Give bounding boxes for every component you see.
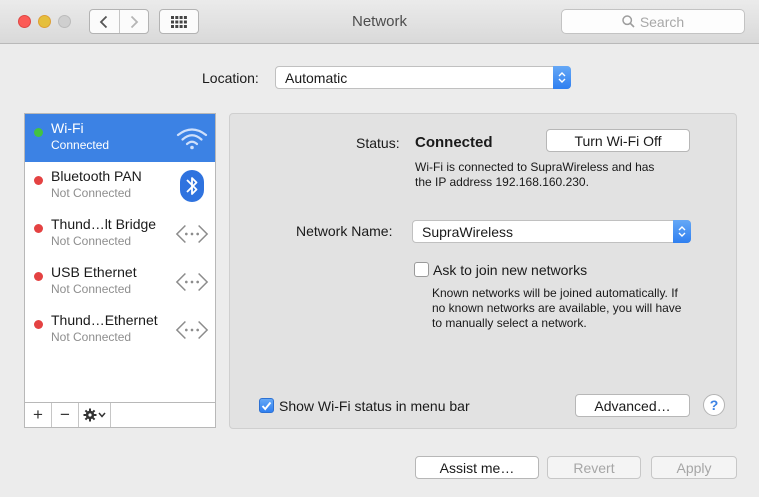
location-value: Automatic bbox=[285, 69, 348, 86]
revert-button[interactable]: Revert bbox=[547, 456, 641, 479]
assist-me-button[interactable]: Assist me… bbox=[415, 456, 539, 479]
add-service-button[interactable]: + bbox=[25, 403, 52, 427]
status-indicator bbox=[34, 176, 43, 185]
service-status: Connected bbox=[51, 138, 110, 152]
service-status: Not Connected bbox=[51, 282, 132, 296]
action-menu-button[interactable] bbox=[79, 403, 111, 427]
service-name: Bluetooth PAN bbox=[51, 168, 142, 184]
popup-stepper-icon bbox=[553, 66, 571, 89]
status-description: Wi-Fi is connected to SupraWireless and … bbox=[415, 160, 654, 190]
status-indicator bbox=[34, 224, 43, 233]
service-status: Not Connected bbox=[51, 330, 132, 344]
help-button[interactable]: ? bbox=[703, 394, 725, 416]
service-status: Not Connected bbox=[51, 186, 132, 200]
status-value: Connected bbox=[415, 134, 493, 151]
status-description-line: the IP address 192.168.160.230. bbox=[415, 175, 589, 189]
service-list-toolbar: + − bbox=[24, 403, 216, 428]
service-status: Not Connected bbox=[51, 234, 132, 248]
service-name: USB Ethernet bbox=[51, 264, 137, 280]
service-name: Thund…lt Bridge bbox=[51, 216, 157, 232]
gear-icon bbox=[83, 408, 106, 422]
search-placeholder: Search bbox=[639, 13, 685, 30]
chevron-down-icon bbox=[97, 412, 106, 418]
ask-join-note-line: Known networks will be joined automatica… bbox=[432, 286, 678, 300]
network-name-value: SupraWireless bbox=[422, 223, 514, 240]
ask-join-note: Known networks will be joined automatica… bbox=[432, 286, 681, 331]
status-indicator bbox=[34, 320, 43, 329]
ethernet-arrows-icon bbox=[175, 218, 209, 250]
ask-join-checkbox[interactable] bbox=[414, 262, 429, 277]
service-item-wifi[interactable]: Wi-Fi Connected bbox=[25, 114, 215, 162]
title-bar: Network Search bbox=[0, 0, 759, 44]
location-label: Location: bbox=[202, 70, 259, 86]
ethernet-arrows-icon bbox=[175, 266, 209, 298]
network-name-label: Network Name: bbox=[296, 223, 393, 239]
status-indicator bbox=[34, 128, 43, 137]
service-list: Wi-Fi Connected Bluetooth PAN Not Connec… bbox=[24, 113, 216, 403]
checkmark-icon bbox=[261, 401, 272, 410]
service-name: Wi-Fi bbox=[51, 120, 84, 136]
advanced-button[interactable]: Advanced… bbox=[575, 394, 690, 417]
search-field[interactable]: Search bbox=[561, 9, 745, 34]
service-item-usb-ethernet[interactable]: USB Ethernet Not Connected bbox=[25, 258, 215, 306]
status-description-line: Wi-Fi is connected to SupraWireless and … bbox=[415, 160, 655, 174]
service-item-thunderbolt-ethernet[interactable]: Thund…Ethernet Not Connected bbox=[25, 306, 215, 354]
service-item-thunderbolt-bridge[interactable]: Thund…lt Bridge Not Connected bbox=[25, 210, 215, 258]
ask-join-note-line: to manually select a network. bbox=[432, 316, 587, 330]
remove-service-button[interactable]: − bbox=[52, 403, 79, 427]
search-icon bbox=[622, 15, 635, 28]
popup-stepper-icon bbox=[673, 220, 691, 243]
apply-button[interactable]: Apply bbox=[651, 456, 737, 479]
turn-wifi-off-button[interactable]: Turn Wi-Fi Off bbox=[546, 129, 690, 152]
status-label: Status: bbox=[356, 135, 400, 151]
ask-join-note-line: no known networks are available, you wil… bbox=[432, 301, 682, 315]
show-status-label[interactable]: Show Wi-Fi status in menu bar bbox=[279, 398, 470, 414]
wifi-icon bbox=[175, 122, 209, 154]
ask-join-label[interactable]: Ask to join new networks bbox=[433, 262, 587, 278]
show-status-checkbox[interactable] bbox=[259, 398, 274, 413]
bluetooth-icon bbox=[175, 170, 209, 202]
ethernet-arrows-icon bbox=[175, 314, 209, 346]
service-name: Thund…Ethernet bbox=[51, 312, 158, 328]
status-indicator bbox=[34, 272, 43, 281]
location-popup[interactable]: Automatic bbox=[275, 66, 571, 89]
network-name-popup[interactable]: SupraWireless bbox=[412, 220, 691, 243]
service-item-bluetooth-pan[interactable]: Bluetooth PAN Not Connected bbox=[25, 162, 215, 210]
